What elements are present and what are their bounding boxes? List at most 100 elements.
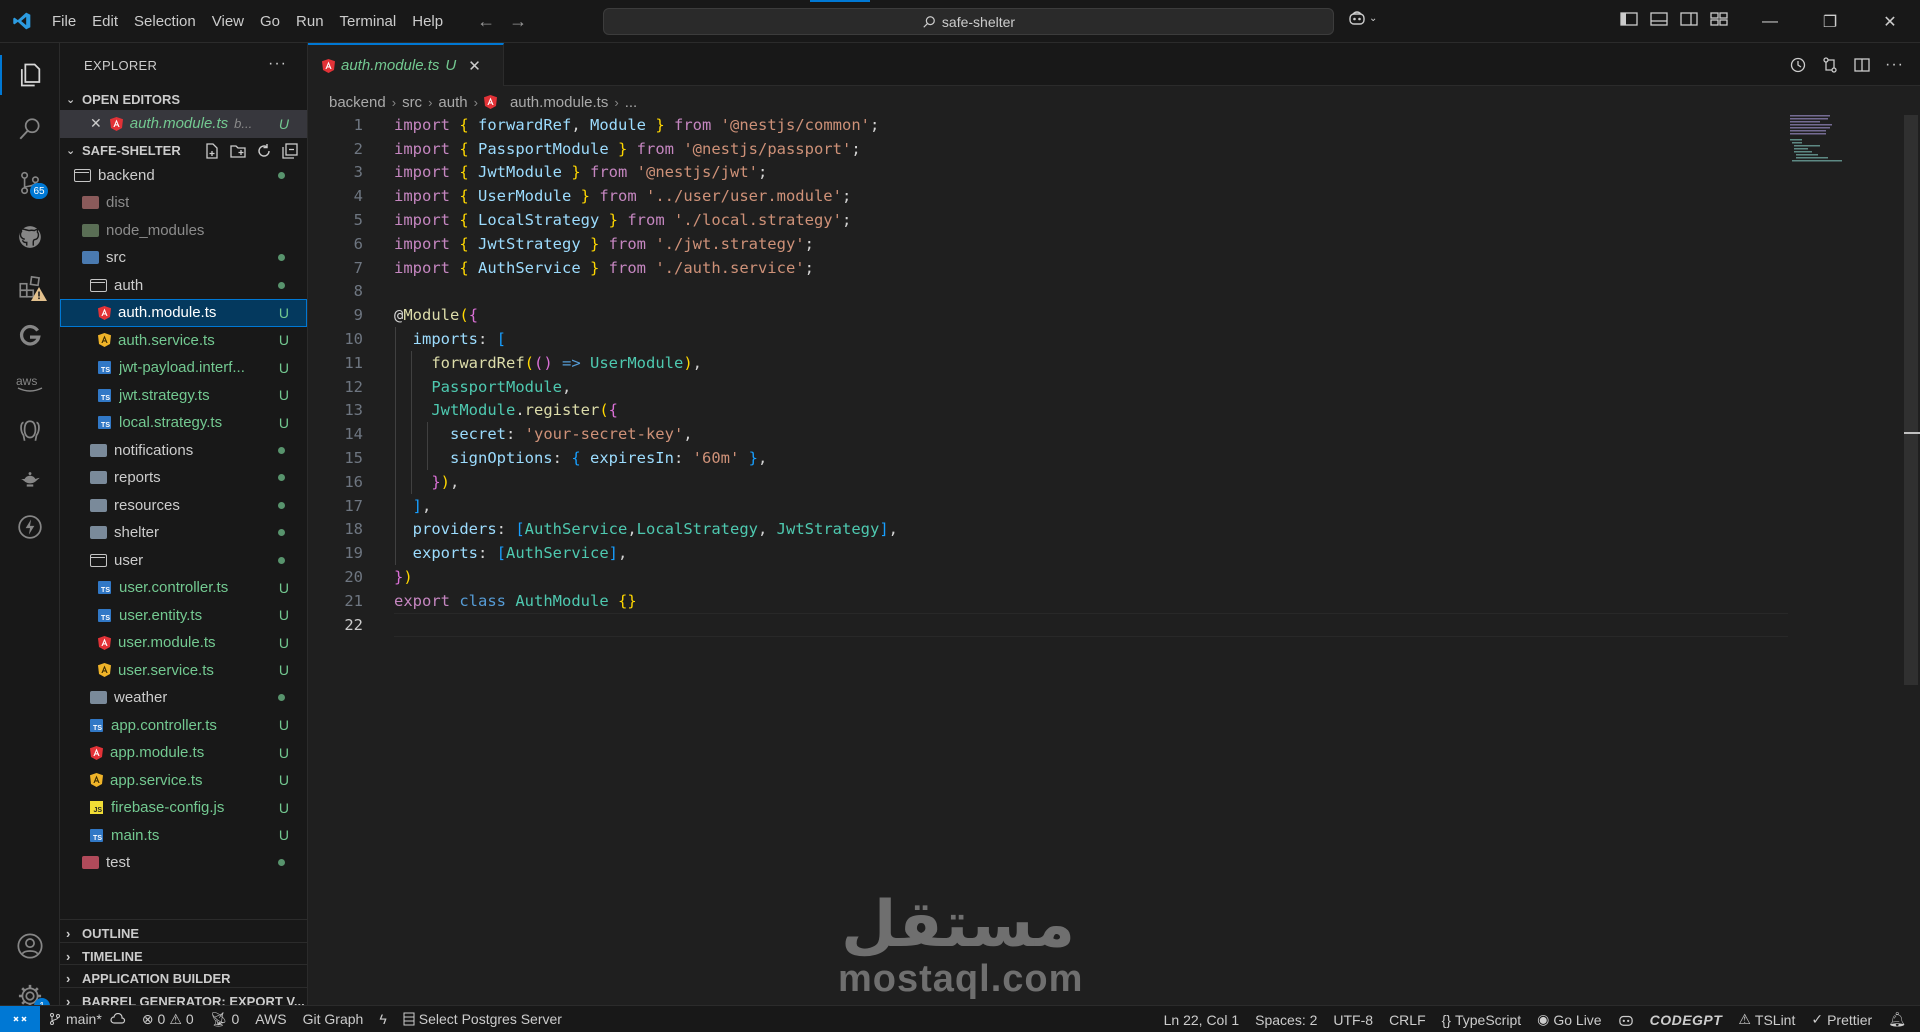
gitkraken-activity[interactable] <box>0 311 60 359</box>
folder-test[interactable]: test <box>60 849 307 877</box>
folder-node_modules[interactable]: node_modules <box>60 217 307 245</box>
search-activity[interactable] <box>0 105 60 153</box>
folder-notifications[interactable]: notifications <box>60 437 307 465</box>
accounts-activity[interactable] <box>0 922 60 970</box>
toggle-primary-sidebar-icon[interactable] <box>1620 11 1638 27</box>
forward-arrow-icon[interactable]: → <box>509 11 527 32</box>
postgres-activity[interactable] <box>0 407 60 455</box>
section-barrel[interactable]: › BARREL GENERATOR: EXPORT V... <box>60 987 307 1005</box>
codegpt-status[interactable]: CODEGPT <box>1642 1012 1731 1028</box>
menu-terminal[interactable]: Terminal <box>332 0 405 43</box>
folder-backend[interactable]: backend <box>60 162 307 190</box>
customize-layout-icon[interactable] <box>1710 11 1728 27</box>
notifications-bell-icon[interactable]: 🔔︎ <box>1880 1011 1920 1028</box>
close-window-button[interactable]: ✕ <box>1860 0 1920 43</box>
prettier-status[interactable]: ✓ Prettier <box>1803 1011 1880 1028</box>
folder-src[interactable]: src <box>60 244 307 272</box>
sync-cloud-icon[interactable] <box>110 1013 126 1025</box>
breadcrumb-item[interactable]: auth <box>438 94 467 111</box>
close-icon[interactable]: ✕ <box>90 115 102 132</box>
folder-auth[interactable]: auth <box>60 272 307 300</box>
lightning-status-icon[interactable]: ϟ <box>371 1011 394 1027</box>
go-live-button[interactable]: ◉ Go Live <box>1529 1011 1609 1028</box>
file-firebase-config-js[interactable]: JS firebase-config.js U <box>60 794 307 822</box>
aws-activity[interactable]: aws <box>0 359 60 407</box>
folder-resources[interactable]: resources <box>60 492 307 520</box>
editor-scrollbar[interactable] <box>1904 115 1918 685</box>
file-jwt-payload-interf---[interactable]: TS jwt-payload.interf... U <box>60 354 307 382</box>
open-editors-section[interactable]: ⌄ OPEN EDITORS <box>60 88 307 110</box>
file-app-controller-ts[interactable]: TS app.controller.ts U <box>60 712 307 740</box>
file-app-service-ts[interactable]: app.service.ts U <box>60 767 307 795</box>
git-graph-status[interactable]: Git Graph <box>295 1011 372 1027</box>
more-actions-icon[interactable]: ··· <box>268 55 287 73</box>
extensions-activity[interactable] <box>0 263 60 311</box>
breadcrumb-item[interactable]: auth.module.ts <box>510 94 608 111</box>
minimize-button[interactable]: — <box>1740 0 1800 43</box>
language-mode[interactable]: {} TypeScript <box>1434 1012 1530 1028</box>
collapse-all-icon[interactable] <box>281 142 299 160</box>
folder-user[interactable]: user <box>60 547 307 575</box>
file-main-ts[interactable]: TS main.ts U <box>60 822 307 850</box>
explorer-activity[interactable] <box>0 51 60 99</box>
new-folder-icon[interactable] <box>229 142 247 160</box>
copilot-button[interactable]: ⌄ <box>1348 10 1377 26</box>
command-center-search[interactable]: safe-shelter <box>603 8 1334 35</box>
indentation[interactable]: Spaces: 2 <box>1247 1012 1325 1028</box>
file-app-module-ts[interactable]: app.module.ts U <box>60 739 307 767</box>
file-user-module-ts[interactable]: user.module.ts U <box>60 629 307 657</box>
lamp-activity[interactable] <box>0 455 60 503</box>
github-activity[interactable] <box>0 213 60 261</box>
restore-button[interactable]: ❐ <box>1800 0 1860 43</box>
refresh-icon[interactable] <box>255 142 273 160</box>
timeline-history-icon[interactable] <box>1789 56 1807 74</box>
remote-indicator[interactable] <box>0 1005 40 1032</box>
folder-shelter[interactable]: shelter <box>60 519 307 547</box>
file-user-controller-ts[interactable]: TS user.controller.ts U <box>60 574 307 602</box>
breadcrumb-item[interactable]: backend <box>329 94 386 111</box>
encoding[interactable]: UTF-8 <box>1325 1012 1381 1028</box>
toggle-panel-icon[interactable] <box>1650 11 1668 27</box>
file-user-entity-ts[interactable]: TS user.entity.ts U <box>60 602 307 630</box>
problems-status[interactable]: ⊗ 0 ⚠ 0 <box>134 1011 202 1028</box>
file-auth-service-ts[interactable]: auth.service.ts U <box>60 327 307 355</box>
more-actions-icon[interactable]: ··· <box>1885 56 1904 74</box>
cursor-position[interactable]: Ln 22, Col 1 <box>1156 1012 1248 1028</box>
tslint-status[interactable]: ⚠ TSLint <box>1730 1011 1803 1028</box>
open-editor-item[interactable]: ✕ auth.module.ts b... U <box>60 110 307 138</box>
source-control-activity[interactable]: 65 <box>0 159 60 207</box>
menu-view[interactable]: View <box>204 0 252 43</box>
breadcrumb-item[interactable]: ... <box>625 94 638 111</box>
project-section[interactable]: ⌄ SAFE-SHELTER <box>60 140 307 162</box>
file-auth-module-ts[interactable]: auth.module.ts U <box>60 299 307 327</box>
menu-go[interactable]: Go <box>252 0 288 43</box>
open-changes-icon[interactable] <box>1821 56 1839 74</box>
toggle-secondary-sidebar-icon[interactable] <box>1680 11 1698 27</box>
file-local-strategy-ts[interactable]: TS local.strategy.ts U <box>60 409 307 437</box>
file-jwt-strategy-ts[interactable]: TS jwt.strategy.ts U <box>60 382 307 410</box>
ports-status[interactable]: 📡︎ 0 <box>202 1011 248 1028</box>
tab-auth-module[interactable]: auth.module.ts U ✕ <box>308 43 504 86</box>
menu-edit[interactable]: Edit <box>84 0 126 43</box>
branch-status[interactable]: main* <box>40 1011 134 1027</box>
menu-help[interactable]: Help <box>404 0 451 43</box>
postgres-status[interactable]: Select Postgres Server <box>395 1011 570 1027</box>
close-tab-icon[interactable]: ✕ <box>468 57 481 75</box>
minimap[interactable] <box>1788 113 1908 163</box>
folder-dist[interactable]: dist <box>60 189 307 217</box>
menu-selection[interactable]: Selection <box>126 0 204 43</box>
thunder-client-activity[interactable] <box>0 503 60 551</box>
split-editor-icon[interactable] <box>1853 56 1871 74</box>
code-editor[interactable]: 1 import { forwardRef, Module } from '@ne… <box>308 113 1788 637</box>
aws-status[interactable]: AWS <box>247 1011 294 1027</box>
menu-run[interactable]: Run <box>288 0 332 43</box>
copilot-status-icon[interactable] <box>1610 1013 1642 1027</box>
menu-file[interactable]: File <box>44 0 84 43</box>
file-user-service-ts[interactable]: user.service.ts U <box>60 657 307 685</box>
new-file-icon[interactable] <box>203 142 221 160</box>
folder-reports[interactable]: reports <box>60 464 307 492</box>
folder-weather[interactable]: weather <box>60 684 307 712</box>
back-arrow-icon[interactable]: ← <box>477 11 495 32</box>
end-of-line[interactable]: CRLF <box>1381 1012 1434 1028</box>
breadcrumb-item[interactable]: src <box>402 94 422 111</box>
